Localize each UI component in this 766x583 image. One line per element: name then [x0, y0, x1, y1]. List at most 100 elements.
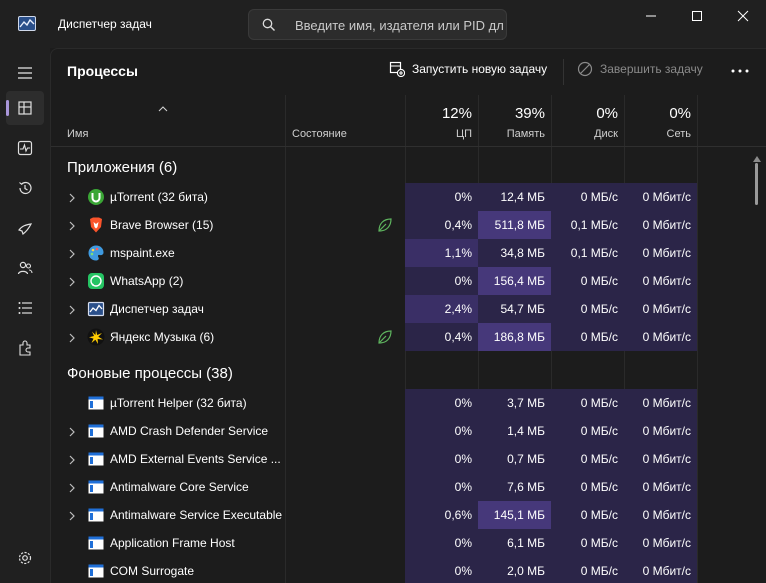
disk-total: 0% — [596, 105, 618, 122]
cell-disk: 0 МБ/с — [551, 417, 624, 445]
gear-icon — [18, 551, 32, 565]
chevron-right-icon[interactable] — [68, 248, 76, 262]
nav-app-history[interactable] — [6, 171, 44, 205]
cell-cpu: 0% — [405, 445, 478, 473]
process-name: mspaint.exe — [110, 246, 175, 260]
nav-details[interactable] — [6, 291, 44, 325]
cell-cpu: 2,4% — [405, 295, 478, 323]
chevron-right-icon[interactable] — [68, 332, 76, 346]
cell-net: 0 Мбит/с — [624, 417, 697, 445]
network-label: Сеть — [666, 128, 691, 140]
service-window-icon — [87, 534, 105, 552]
nav-performance[interactable] — [6, 131, 44, 165]
cell-cpu: 0,6% — [405, 501, 478, 529]
cell-mem: 511,8 МБ — [478, 211, 551, 239]
nav-settings[interactable] — [6, 541, 44, 575]
process-row[interactable]: 0% 0,7 МБ 0 МБ/с 0 Мбит/с AMD External Event… — [51, 445, 766, 473]
process-row[interactable]: 0,4% 186,8 МБ 0 МБ/с 0 Мбит/с Яндекс Музыка … — [51, 323, 766, 351]
nav-processes[interactable] — [6, 91, 44, 125]
end-task-icon — [577, 61, 593, 77]
chevron-right-icon[interactable] — [68, 192, 76, 206]
processes-page: Процессы Запустить новую задачу Завершит… — [50, 48, 766, 583]
utorrent-icon — [87, 188, 105, 206]
cell-cpu: 0% — [405, 529, 478, 557]
section-title: Фоновые процессы (38) — [67, 365, 233, 382]
process-row[interactable]: 0% 12,4 МБ 0 МБ/с 0 Мбит/с µTorrent (32 бита… — [51, 183, 766, 211]
cell-cpu: 0,4% — [405, 211, 478, 239]
process-row[interactable]: 0,4% 511,8 МБ 0,1 МБ/с 0 Мбит/с Brave Browse… — [51, 211, 766, 239]
section-heat-strip — [405, 148, 697, 184]
maximize-button[interactable] — [674, 0, 720, 32]
process-row[interactable]: 2,4% 54,7 МБ 0 МБ/с 0 Мбит/с Диспетчер задач — [51, 295, 766, 323]
startup-icon — [18, 223, 33, 235]
cell-cpu: 0% — [405, 389, 478, 417]
process-row[interactable]: 0% 1,4 МБ 0 МБ/с 0 Мбит/с AMD Crash Defender… — [51, 417, 766, 445]
chevron-right-icon[interactable] — [68, 426, 76, 440]
cell-mem: 34,8 МБ — [478, 239, 551, 267]
close-icon — [737, 10, 749, 22]
chevron-right-icon[interactable] — [68, 304, 76, 318]
cell-net: 0 Мбит/с — [624, 239, 697, 267]
process-name: Диспетчер задач — [110, 302, 204, 316]
performance-icon — [17, 140, 33, 156]
process-row[interactable]: 0% 7,6 МБ 0 МБ/с 0 Мбит/с Antimalware Core S… — [51, 473, 766, 501]
brave-icon — [87, 216, 105, 234]
nav-startup[interactable] — [6, 211, 44, 245]
column-header-name[interactable]: Имя — [67, 128, 88, 140]
cell-net: 0 Мбит/с — [624, 501, 697, 529]
paint-icon — [87, 244, 105, 262]
end-task-label: Завершить задачу — [600, 62, 703, 76]
memory-label: Память — [506, 128, 545, 140]
toolbar-divider — [563, 59, 564, 85]
service-window-icon — [87, 450, 105, 468]
cell-disk: 0 МБ/с — [551, 183, 624, 211]
chevron-right-icon[interactable] — [68, 454, 76, 468]
cell-net: 0 Мбит/с — [624, 323, 697, 351]
process-row[interactable]: 1,1% 34,8 МБ 0,1 МБ/с 0 Мбит/с mspaint.exe — [51, 239, 766, 267]
end-task-button[interactable]: Завершить задачу — [577, 61, 703, 77]
disk-label: Диск — [594, 128, 618, 140]
process-name: µTorrent (32 бита) — [110, 190, 208, 204]
network-total: 0% — [669, 105, 691, 122]
services-icon — [19, 340, 31, 356]
chevron-right-icon[interactable] — [68, 482, 76, 496]
minimize-button[interactable] — [628, 0, 674, 32]
menu-button[interactable] — [6, 56, 44, 90]
column-header-cpu[interactable]: 12% ЦП — [405, 105, 472, 140]
more-options-button[interactable] — [727, 61, 753, 81]
cell-mem: 2,0 МБ — [478, 557, 551, 583]
cell-net: 0 Мбит/с — [624, 183, 697, 211]
chevron-right-icon[interactable] — [68, 276, 76, 290]
service-window-icon — [87, 478, 105, 496]
chevron-right-icon[interactable] — [68, 510, 76, 524]
column-header-status[interactable]: Состояние — [292, 128, 347, 140]
column-header-network[interactable]: 0% Сеть — [624, 105, 691, 140]
cell-disk: 0 МБ/с — [551, 501, 624, 529]
cell-disk: 0 МБ/с — [551, 267, 624, 295]
process-row[interactable]: 0% 2,0 МБ 0 МБ/с 0 Мбит/с COM Surrogate — [51, 557, 766, 583]
cell-net: 0 Мбит/с — [624, 473, 697, 501]
process-row[interactable]: 0% 6,1 МБ 0 МБ/с 0 Мбит/с Application Frame … — [51, 529, 766, 557]
close-button[interactable] — [720, 0, 766, 32]
process-row[interactable]: 0,6% 145,1 МБ 0 МБ/с 0 Мбит/с Antimalware Se… — [51, 501, 766, 529]
cell-cpu: 0% — [405, 183, 478, 211]
run-new-task-button[interactable]: Запустить новую задачу — [389, 61, 547, 77]
cell-mem: 1,4 МБ — [478, 417, 551, 445]
process-name: AMD Crash Defender Service — [110, 424, 269, 438]
cell-cpu: 1,1% — [405, 239, 478, 267]
process-row[interactable]: 0% 3,7 МБ 0 МБ/с 0 Мбит/с µTorrent Helper (3… — [51, 389, 766, 417]
search-box[interactable]: Введите имя, издателя или PID для поиска — [248, 9, 507, 40]
nav-users[interactable] — [6, 251, 44, 285]
process-row[interactable]: 0% 156,4 МБ 0 МБ/с 0 Мбит/с WhatsApp (2) — [51, 267, 766, 295]
process-name: Antimalware Core Service — [110, 480, 249, 494]
column-header-disk[interactable]: 0% Диск — [551, 105, 618, 140]
cell-net: 0 Мбит/с — [624, 211, 697, 239]
nav-services[interactable] — [6, 331, 44, 365]
search-input[interactable]: Введите имя, издателя или PID для поиска — [295, 18, 503, 33]
chevron-right-icon[interactable] — [68, 220, 76, 234]
details-icon — [18, 302, 32, 314]
cell-cpu: 0% — [405, 267, 478, 295]
process-name: Brave Browser (15) — [110, 218, 214, 232]
search-icon — [262, 18, 276, 35]
column-header-memory[interactable]: 39% Память — [478, 105, 545, 140]
